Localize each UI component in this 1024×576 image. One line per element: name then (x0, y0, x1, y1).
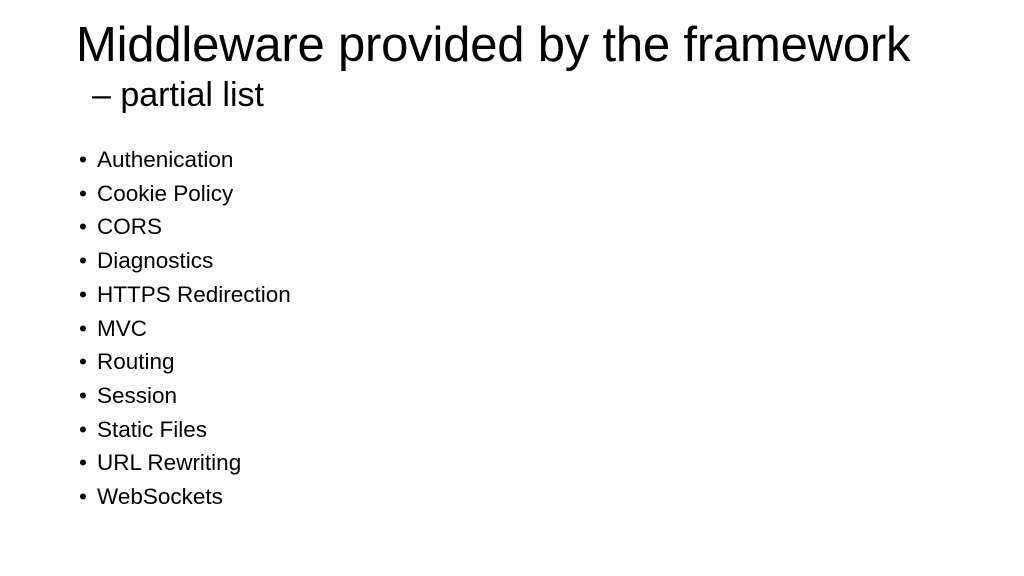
bullet-point-icon: • (79, 450, 87, 476)
title-block: Middleware provided by the framework – p… (76, 18, 976, 115)
bullet-point-icon: • (79, 382, 87, 408)
list-item-label: CORS (97, 214, 163, 240)
bullet-point-icon: • (79, 416, 87, 442)
list-item-label: HTTPS Redirection (97, 281, 291, 307)
slide-canvas: Middleware provided by the framework – p… (0, 0, 1024, 576)
list-item-label: URL Rewriting (97, 450, 242, 476)
list-item: • URL Rewriting (78, 446, 898, 480)
list-item-label: Diagnostics (97, 248, 214, 274)
bullet-point-icon: • (79, 214, 87, 240)
bullet-point-icon: • (79, 315, 87, 341)
list-item-label: Authenication (97, 147, 234, 172)
list-item: • MVC (78, 312, 898, 346)
page-subtitle: – partial list (92, 75, 264, 114)
list-item-label: WebSockets (97, 484, 223, 510)
list-item-label: MVC (97, 315, 147, 341)
list-item: • Diagnostics (78, 244, 898, 278)
list-item: • Cookie Policy (78, 177, 898, 211)
bullet-point-icon: • (79, 248, 87, 274)
list-item: • CORS (78, 210, 898, 244)
bullet-point-icon: • (79, 180, 87, 206)
list-item: • HTTPS Redirection (78, 278, 898, 312)
list-item: • Static Files (78, 413, 898, 447)
page-title: Middleware provided by the framework (76, 18, 911, 72)
list-item: • Session (78, 379, 898, 413)
list-item-label: Routing (97, 349, 175, 375)
list-item-label: Session (97, 382, 178, 408)
list-item-label: Static Files (97, 416, 208, 442)
middleware-bullet-list: • Authenication • Cookie Policy • CORS •… (78, 143, 898, 514)
bullet-point-icon: • (79, 349, 87, 375)
bullet-point-icon: • (79, 281, 87, 307)
list-item-label: Cookie Policy (97, 180, 234, 206)
list-item: • Routing (78, 345, 898, 379)
bullet-point-icon: • (79, 484, 87, 510)
list-item: • WebSockets (78, 480, 898, 514)
bullet-point-icon: • (79, 147, 87, 172)
list-item: • Authenication (78, 143, 898, 177)
